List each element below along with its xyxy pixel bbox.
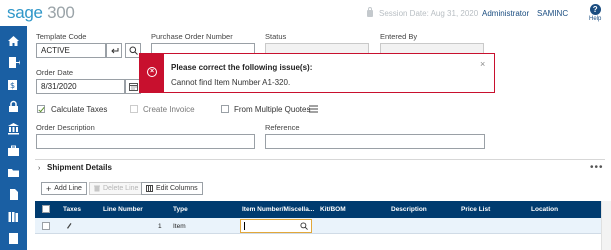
bank-icon[interactable]: [7, 122, 20, 135]
error-strip: ×: [140, 54, 164, 92]
po-number-label: Purchase Order Number: [151, 32, 233, 41]
chevron-right-icon[interactable]: ›: [38, 165, 40, 172]
top-bar: sage 300 Session Date: Aug 31, 2020 Admi…: [0, 0, 611, 26]
calendar-icon: [128, 83, 138, 91]
search-icon: [129, 46, 138, 55]
delete-line-label: Delete Line: [103, 185, 139, 192]
line-number-cell: 1: [158, 223, 162, 230]
enter-arrow-icon: [110, 47, 118, 53]
pencil-icon[interactable]: [66, 222, 72, 229]
list-icon[interactable]: [7, 232, 20, 245]
entered-by-label: Entered By: [380, 32, 418, 41]
sidebar: $: [0, 26, 27, 250]
status-label: Status: [265, 32, 287, 41]
error-title: Please correct the following issue(s):: [171, 63, 313, 72]
company-menu[interactable]: SAMINC: [537, 9, 568, 18]
item-number-input[interactable]: [240, 219, 312, 233]
logo-number: 300: [47, 3, 75, 22]
more-options-icon[interactable]: •••: [590, 162, 604, 173]
error-text: Cannot find Item Number A1-320.: [171, 78, 291, 87]
close-icon[interactable]: ×: [480, 59, 485, 69]
logo-brand: sage: [7, 3, 43, 22]
from-multiple-quotes-label: From Multiple Quotes: [234, 105, 311, 114]
error-icon: ×: [147, 67, 157, 77]
sage-logo: sage 300: [7, 3, 75, 23]
section-divider: [35, 159, 605, 160]
help-button[interactable]: ? Help: [589, 4, 601, 22]
grid-header: Taxes Line Number Type Item Number/Misce…: [35, 201, 605, 218]
trash-icon: [94, 185, 100, 192]
lock-icon[interactable]: [7, 100, 20, 113]
document-arrow-icon[interactable]: [7, 56, 20, 69]
lock-icon: [367, 7, 373, 17]
svg-text:$: $: [10, 81, 15, 90]
create-invoice-label: Create Invoice: [143, 105, 195, 114]
reference-input[interactable]: [265, 134, 485, 149]
shipment-details-title[interactable]: Shipment Details: [47, 163, 112, 172]
briefcase-icon[interactable]: [7, 144, 20, 157]
error-message-popup: × Please correct the following issue(s):…: [139, 53, 495, 93]
column-header-kit-bom[interactable]: Kit/BOM: [320, 206, 346, 213]
add-line-button[interactable]: + Add Line: [41, 182, 87, 195]
apply-template-button[interactable]: [106, 43, 122, 58]
books-icon[interactable]: [7, 210, 20, 223]
order-date-label: Order Date: [36, 68, 74, 77]
home-icon[interactable]: [7, 34, 20, 47]
file-icon[interactable]: [7, 188, 20, 201]
row-checkbox[interactable]: [42, 222, 50, 230]
help-label: Help: [589, 16, 602, 22]
order-description-input[interactable]: [36, 134, 255, 149]
calculate-taxes-label: Calculate Taxes: [51, 105, 108, 114]
order-date-input[interactable]: 8/31/2020: [36, 79, 125, 94]
session-date: Session Date: Aug 31, 2020: [367, 7, 479, 18]
edit-columns-button[interactable]: Edit Columns: [141, 182, 203, 195]
column-header-price-list[interactable]: Price List: [461, 206, 490, 213]
column-header-description[interactable]: Description: [391, 206, 427, 213]
create-invoice-checkbox[interactable]: [130, 105, 138, 113]
column-header-type[interactable]: Type: [173, 206, 188, 213]
template-code-input[interactable]: ACTIVE: [36, 43, 106, 58]
column-header-item-number[interactable]: Item Number/Miscella...: [242, 206, 314, 213]
user-menu[interactable]: Administrator: [482, 9, 529, 18]
template-code-label: Template Code: [36, 32, 87, 41]
quotes-menu-icon[interactable]: [309, 105, 318, 113]
help-icon: ?: [589, 4, 601, 15]
type-cell[interactable]: Item: [173, 223, 186, 230]
column-header-line-number[interactable]: Line Number: [103, 206, 143, 213]
select-all-checkbox[interactable]: [42, 205, 50, 213]
add-line-label: Add Line: [54, 185, 82, 192]
calculate-taxes-checkbox[interactable]: [37, 105, 45, 113]
order-description-label: Order Description: [36, 123, 95, 132]
from-multiple-quotes-checkbox[interactable]: [221, 105, 229, 113]
edit-columns-label: Edit Columns: [156, 185, 198, 192]
search-icon[interactable]: [300, 222, 308, 230]
dollar-icon[interactable]: $: [7, 78, 20, 91]
plus-icon: +: [46, 183, 52, 194]
folder-icon[interactable]: [7, 166, 20, 179]
reference-label: Reference: [265, 123, 300, 132]
grid-scrollbar[interactable]: [601, 201, 611, 250]
text-caret: [244, 222, 245, 230]
column-header-taxes[interactable]: Taxes: [63, 206, 81, 213]
columns-icon: [146, 185, 153, 192]
column-header-location[interactable]: Location: [531, 206, 558, 213]
table-row[interactable]: 1 Item: [35, 218, 605, 234]
delete-line-button[interactable]: Delete Line: [89, 182, 144, 195]
session-date-text: Session Date: Aug 31, 2020: [379, 9, 479, 18]
